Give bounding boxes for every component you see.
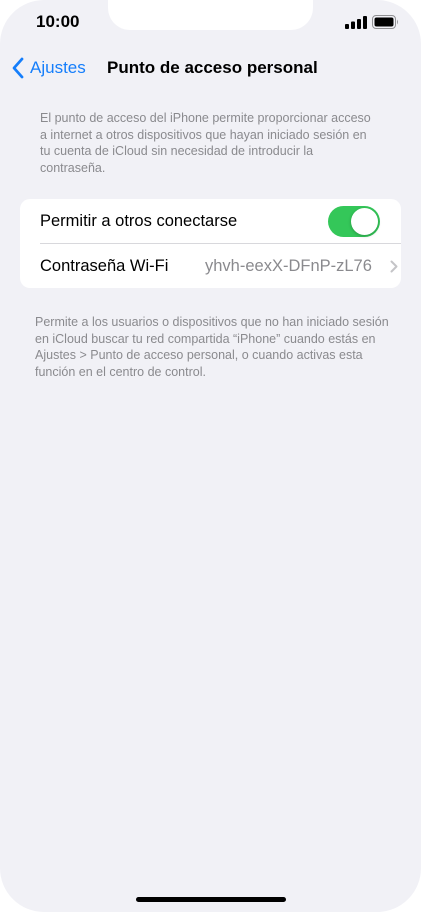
allow-others-toggle[interactable] (328, 206, 380, 237)
status-bar: 10:00 (0, 0, 421, 46)
allow-others-row: Permitir a otros conectarse (20, 199, 401, 243)
battery-icon (372, 15, 398, 29)
phone-screen: 10:00 Ajustes Punto de acceso personal E… (0, 0, 421, 912)
chevron-right-icon (390, 260, 398, 273)
navigation-bar: Ajustes Punto de acceso personal (0, 50, 421, 86)
toggle-knob (351, 208, 378, 235)
back-button[interactable]: Ajustes (10, 54, 86, 82)
status-time: 10:00 (36, 12, 80, 31)
discovery-description: Permite a los usuarios o dispositivos qu… (35, 315, 389, 379)
wifi-password-value: yhvh-eexX-DFnP-zL76 (205, 256, 372, 275)
wifi-password-label: Contraseña Wi-Fi (40, 256, 169, 275)
chevron-left-icon (12, 57, 24, 79)
page-title: Punto de acceso personal (107, 58, 318, 77)
cellular-signal-icon (345, 16, 367, 29)
home-indicator[interactable] (136, 897, 286, 902)
settings-group: Permitir a otros conectarse Contraseña W… (20, 199, 401, 288)
notch (108, 0, 313, 30)
allow-others-label: Permitir a otros conectarse (40, 211, 238, 230)
back-button-label: Ajustes (30, 58, 86, 77)
wifi-password-row[interactable]: Contraseña Wi-Fi yhvh-eexX-DFnP-zL76 (20, 244, 401, 288)
hotspot-description: El punto de acceso del iPhone permite pr… (40, 111, 371, 175)
